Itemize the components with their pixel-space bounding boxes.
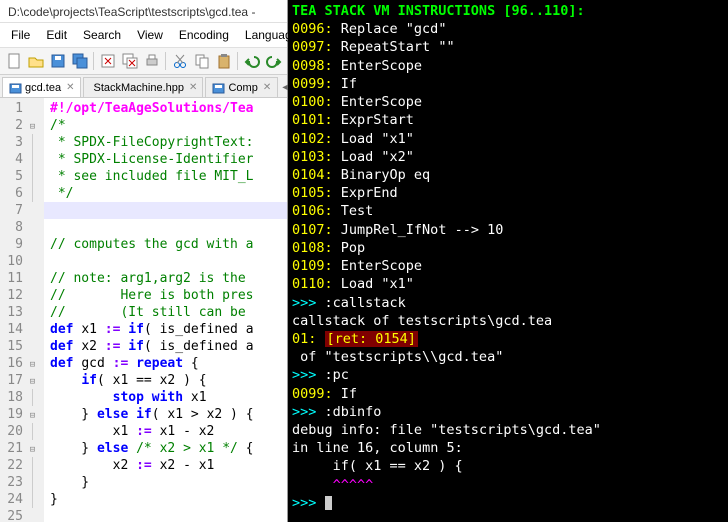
code-line[interactable]: } else /* x2 > x1 */ { [44, 440, 287, 457]
vm-instruction: 0109: EnterScope [292, 257, 724, 275]
code-line[interactable]: if( x1 == x2 ) { [44, 372, 287, 389]
undo-icon[interactable] [241, 50, 262, 72]
tab-close-icon[interactable]: ✕ [66, 82, 74, 93]
menu-bar: FileEditSearchViewEncodingLanguage [0, 23, 287, 48]
code-line[interactable]: def x1 := if( is_defined a [44, 321, 287, 338]
vm-instruction: 0100: EnterScope [292, 93, 724, 111]
window-title: D:\code\projects\TeaScript\testscripts\g… [0, 0, 287, 23]
code-line[interactable]: } else if( x1 > x2 ) { [44, 406, 287, 423]
menu-encoding[interactable]: Encoding [172, 25, 236, 45]
tab-stackmachine-hpp[interactable]: StackMachine.hpp ✕ [83, 77, 203, 97]
vm-instruction: 0098: EnterScope [292, 57, 724, 75]
redo-icon[interactable] [263, 50, 284, 72]
fold-toggle-icon[interactable]: ⊟ [30, 377, 35, 387]
menu-search[interactable]: Search [76, 25, 128, 45]
paste-icon[interactable] [213, 50, 234, 72]
code-line[interactable]: def x2 := if( is_defined a [44, 338, 287, 355]
toolbar [0, 48, 287, 75]
code-line[interactable]: } [44, 474, 287, 491]
code-line[interactable] [44, 219, 287, 236]
vm-header: TEA STACK VM INSTRUCTIONS [96..110]: [292, 2, 724, 20]
code-area[interactable]: #!/opt/TeaAgeSolutions/Tea/* * SPDX-File… [44, 98, 287, 522]
tab-close-icon[interactable]: ✕ [189, 82, 197, 93]
code-line[interactable]: * see included file MIT_L [44, 168, 287, 185]
cut-icon[interactable] [169, 50, 190, 72]
vm-instruction: 0099: If [292, 75, 724, 93]
term-line: debug info: file "testscripts\gcd.tea" [292, 421, 724, 439]
gutter: 1234567891011121314151617181920212223242… [0, 98, 44, 522]
code-line[interactable]: x2 := x2 - x1 [44, 457, 287, 474]
vm-instruction: 0106: Test [292, 202, 724, 220]
code-line[interactable]: x1 := x1 - x2 [44, 423, 287, 440]
code-line[interactable]: // Here is both pres [44, 287, 287, 304]
tab-comp[interactable]: Comp ✕ [205, 77, 278, 97]
menu-file[interactable]: File [4, 25, 37, 45]
vm-instruction: 0108: Pop [292, 239, 724, 257]
term-line: in line 16, column 5: [292, 439, 724, 457]
tab-label: Comp [228, 82, 257, 94]
vm-instruction: 0103: Load "x2" [292, 148, 724, 166]
term-line: 0099: If [292, 385, 724, 403]
fold-toggle-icon[interactable]: ⊟ [30, 360, 35, 370]
term-line: ^^^^^ [292, 476, 724, 494]
code-line[interactable]: * SPDX-FileCopyrightText: [44, 134, 287, 151]
tab-gcd-tea[interactable]: gcd.tea ✕ [2, 77, 81, 97]
code-line[interactable]: /* [44, 117, 287, 134]
vm-instruction: 0104: BinaryOp eq [292, 166, 724, 184]
close-all-icon[interactable] [119, 50, 140, 72]
terminal-pane[interactable]: TEA STACK VM INSTRUCTIONS [96..110]:0096… [288, 0, 728, 522]
term-line: callstack of testscripts\gcd.tea [292, 312, 724, 330]
tab-label: StackMachine.hpp [93, 82, 184, 94]
save-icon[interactable] [47, 50, 68, 72]
code-editor[interactable]: 1234567891011121314151617181920212223242… [0, 98, 287, 522]
cursor-icon [325, 496, 332, 510]
vm-instruction: 0096: Replace "gcd" [292, 20, 724, 38]
editor-pane: D:\code\projects\TeaScript\testscripts\g… [0, 0, 288, 522]
code-line[interactable]: // note: arg1,arg2 is the [44, 270, 287, 287]
code-line[interactable]: def gcd := repeat { [44, 355, 287, 372]
copy-icon[interactable] [191, 50, 212, 72]
term-prompt[interactable]: >>> [292, 494, 724, 512]
term-line: 01: [ret: 0154] of "testscripts\\gcd.tea… [292, 330, 724, 366]
code-line[interactable] [44, 202, 287, 219]
code-line[interactable]: // computes the gcd with a [44, 236, 287, 253]
vm-instruction: 0097: RepeatStart "" [292, 38, 724, 56]
fold-toggle-icon[interactable]: ⊟ [30, 445, 35, 455]
term-line: >>> :callstack [292, 294, 724, 312]
menu-view[interactable]: View [130, 25, 170, 45]
term-line: >>> :dbinfo [292, 403, 724, 421]
code-line[interactable]: } [44, 491, 287, 508]
code-line[interactable]: * SPDX-License-Identifier [44, 151, 287, 168]
vm-instruction: 0110: Load "x1" [292, 275, 724, 293]
vm-instruction: 0105: ExprEnd [292, 184, 724, 202]
term-line: if( x1 == x2 ) { [292, 457, 724, 475]
close-icon[interactable] [97, 50, 118, 72]
open-icon[interactable] [25, 50, 46, 72]
code-line[interactable] [44, 253, 287, 270]
vm-instruction: 0107: JumpRel_IfNot --> 10 [292, 221, 724, 239]
vm-instruction: 0101: ExprStart [292, 111, 724, 129]
vm-instruction: 0102: Load "x1" [292, 130, 724, 148]
code-line[interactable]: */ [44, 185, 287, 202]
code-line[interactable]: // (It still can be [44, 304, 287, 321]
tab-bar: gcd.tea✕StackMachine.hpp✕Comp✕ ◀ ▶ [0, 75, 287, 98]
fold-toggle-icon[interactable]: ⊟ [30, 411, 35, 421]
save-all-icon[interactable] [69, 50, 90, 72]
new-icon[interactable] [3, 50, 24, 72]
code-line[interactable]: #!/opt/TeaAgeSolutions/Tea [44, 100, 287, 117]
term-line: >>> :pc [292, 366, 724, 384]
fold-toggle-icon[interactable]: ⊟ [30, 122, 35, 132]
menu-edit[interactable]: Edit [39, 25, 74, 45]
code-line[interactable] [44, 508, 287, 522]
code-line[interactable]: stop with x1 [44, 389, 287, 406]
print-icon[interactable] [141, 50, 162, 72]
tab-label: gcd.tea [25, 82, 61, 94]
tab-close-icon[interactable]: ✕ [263, 82, 271, 93]
